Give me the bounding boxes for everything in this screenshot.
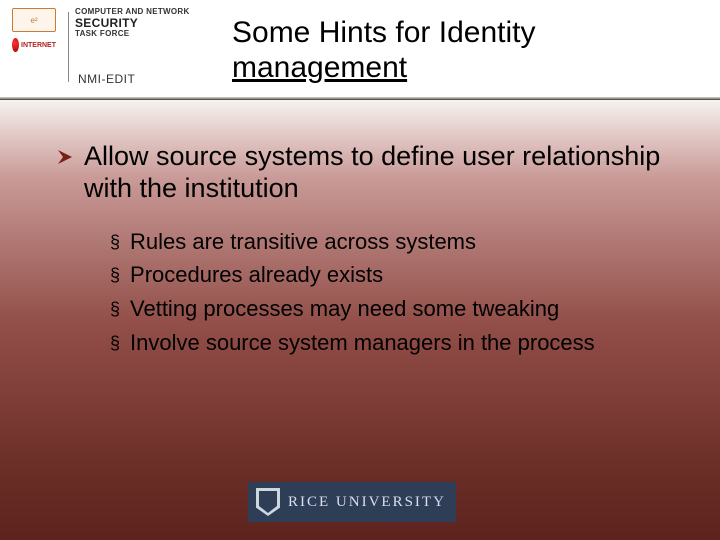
page-title: Some Hints for Identity management <box>232 16 700 85</box>
nmi-edit-label: NMI-EDIT <box>78 72 135 86</box>
security-line2: Security <box>75 17 190 30</box>
sub-bullet-text: Rules are transitive across systems <box>130 227 690 257</box>
sub-bullet-text: Procedures already exists <box>130 260 690 290</box>
sub-bullet-text: Involve source system managers in the pr… <box>130 328 690 358</box>
arrow-icon <box>58 150 74 164</box>
security-line3: Task Force <box>75 30 190 39</box>
square-bullet-icon: § <box>110 297 120 321</box>
sub-bullet-list: § Rules are transitive across systems § … <box>110 227 690 358</box>
square-bullet-icon: § <box>110 263 120 287</box>
square-bullet-icon: § <box>110 331 120 355</box>
internet2-swoosh-icon <box>12 38 19 52</box>
slide: e² INTERNET Computer and Network Securit… <box>0 0 720 540</box>
sub-bullet: § Procedures already exists <box>110 260 690 290</box>
rice-text: RICE UNIVERSITY <box>288 494 446 511</box>
content-area: Allow source systems to define user rela… <box>58 140 690 362</box>
internet2-text: INTERNET <box>21 42 56 49</box>
sub-bullet: § Involve source system managers in the … <box>110 328 690 358</box>
bullet-main-text: Allow source systems to define user rela… <box>84 140 690 205</box>
sub-bullet: § Rules are transitive across systems <box>110 227 690 257</box>
title-line2: management <box>232 51 407 84</box>
title-line1: Some Hints for Identity <box>232 16 535 49</box>
left-logos: e² INTERNET <box>12 8 56 56</box>
vertical-divider <box>68 12 69 82</box>
internet2-logo-icon: INTERNET <box>12 34 56 56</box>
header-divider <box>0 97 720 100</box>
educause-text: e² <box>30 16 37 25</box>
sub-bullet: § Vetting processes may need some tweaki… <box>110 294 690 324</box>
rice-logo: RICE UNIVERSITY <box>248 482 456 522</box>
bullet-main: Allow source systems to define user rela… <box>58 140 690 205</box>
square-bullet-icon: § <box>110 230 120 254</box>
security-taskforce-label: Computer and Network Security Task Force <box>75 8 190 39</box>
shield-icon <box>256 488 280 516</box>
sub-bullet-text: Vetting processes may need some tweaking <box>130 294 690 324</box>
educause-logo-icon: e² <box>12 8 56 32</box>
